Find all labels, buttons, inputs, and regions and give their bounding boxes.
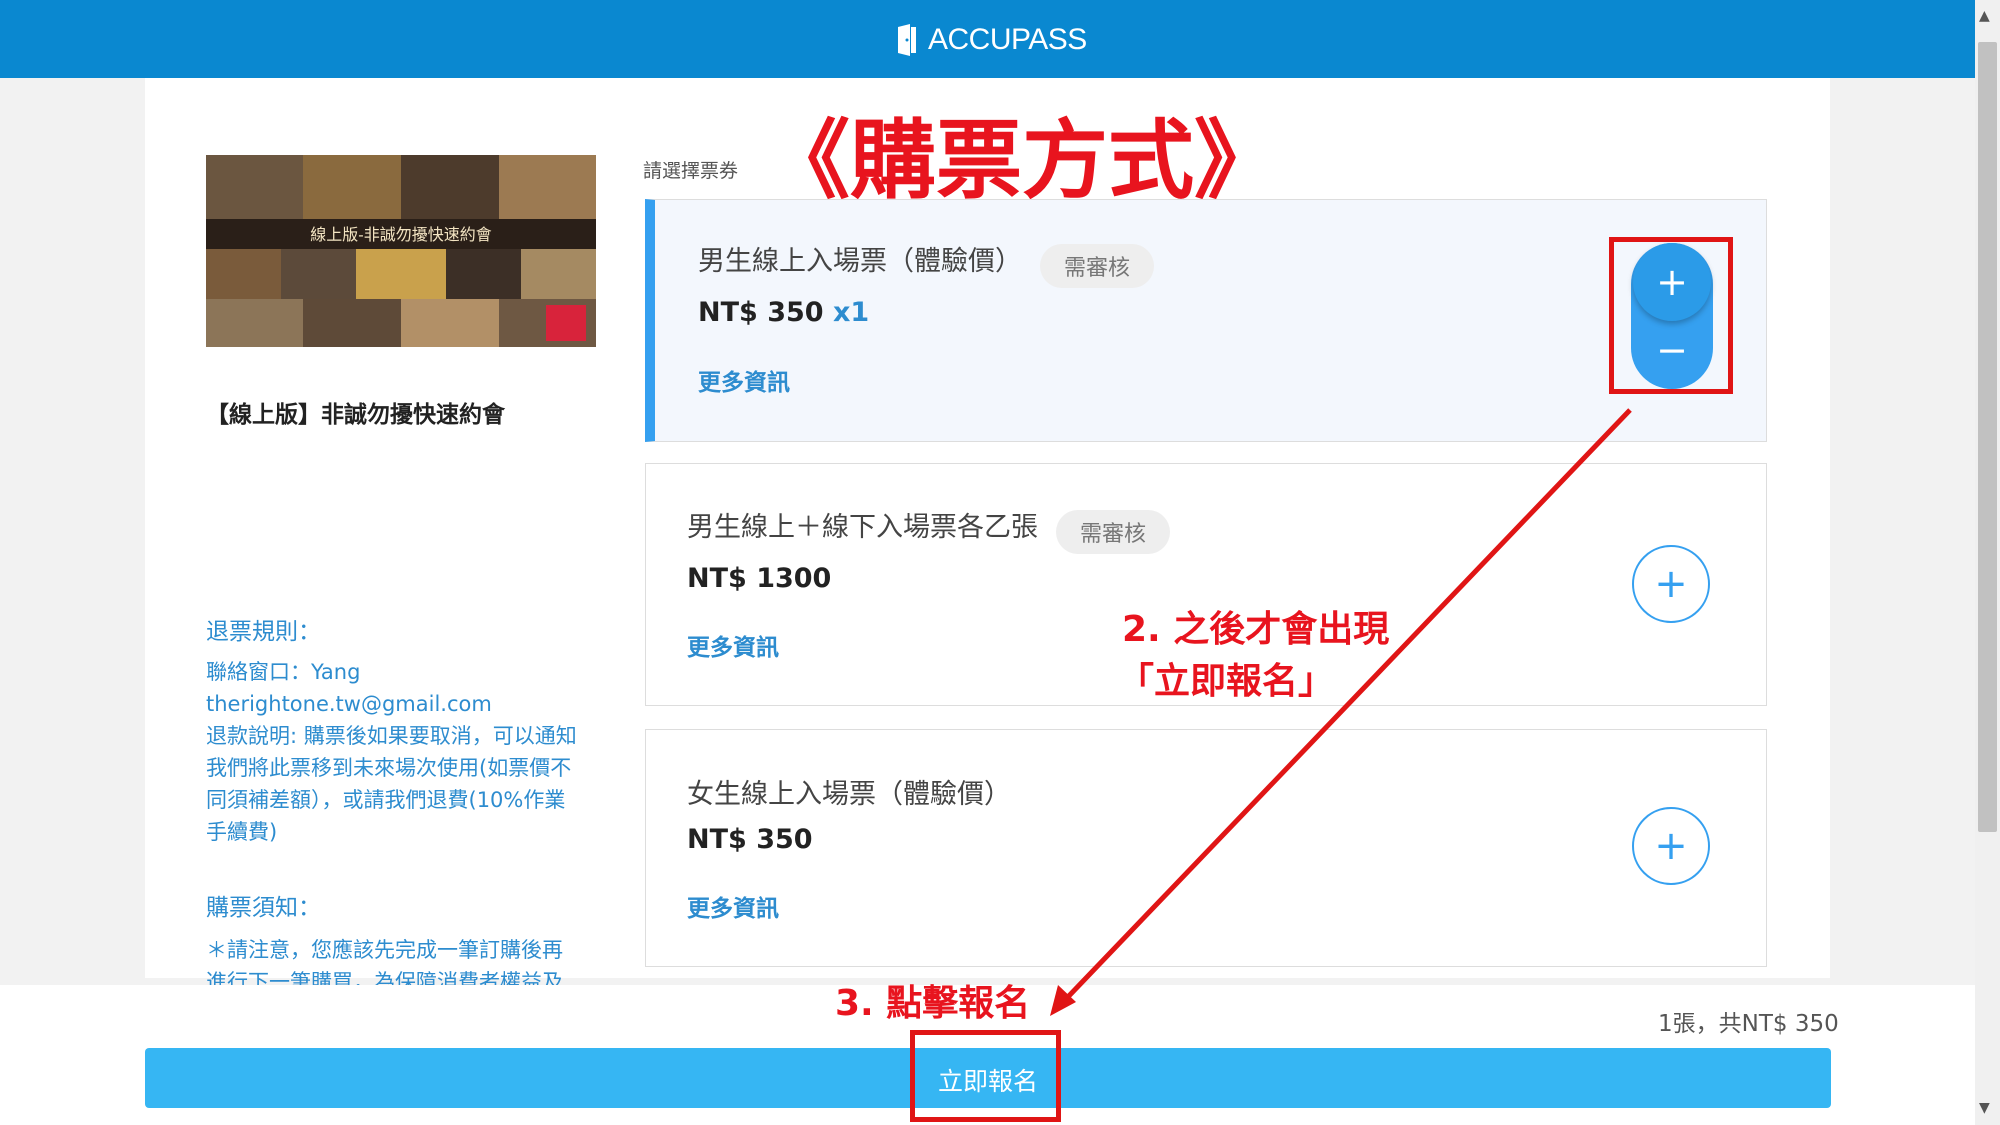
annotation-arrow-icon — [1050, 408, 1632, 1016]
